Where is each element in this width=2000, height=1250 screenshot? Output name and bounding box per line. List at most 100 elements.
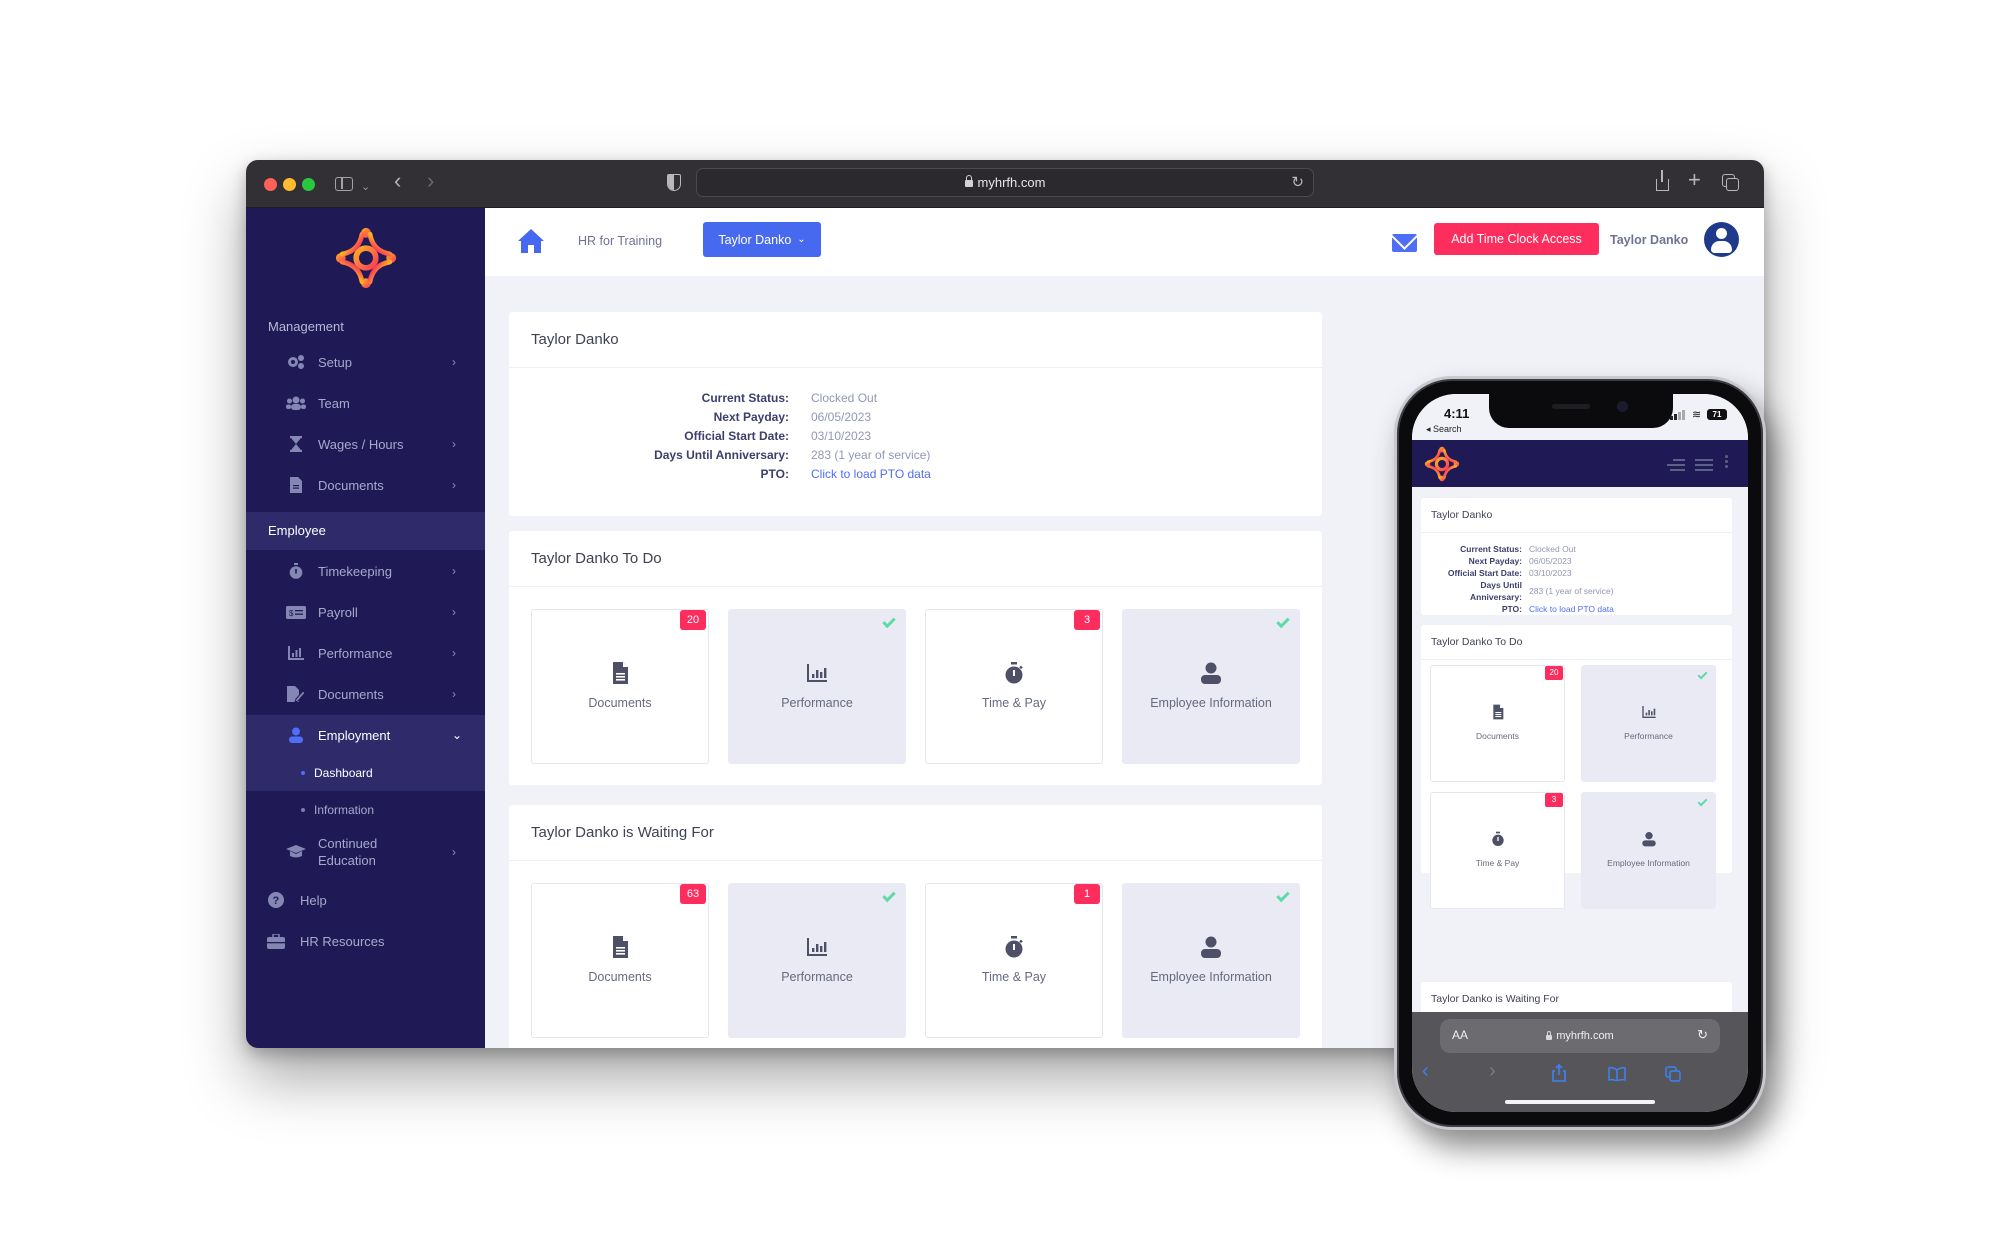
sidebar-toggle-icon[interactable] bbox=[335, 177, 353, 191]
forward-button[interactable]: › bbox=[427, 170, 434, 192]
privacy-shield-icon[interactable] bbox=[667, 174, 681, 191]
sidebar-item-payroll[interactable]: $ Payroll › bbox=[246, 592, 485, 632]
sidebar-item-documents-employee[interactable]: Documents › bbox=[246, 674, 485, 714]
tabs-icon[interactable] bbox=[1665, 1066, 1681, 1082]
mobile-screen: 4:11 ◂ Search ≋ 71 Taylor Danko Current … bbox=[1412, 394, 1748, 1112]
text-size-button[interactable]: AA bbox=[1452, 1028, 1468, 1042]
sidebar-item-hr-resources[interactable]: HR Resources bbox=[246, 921, 485, 961]
tile-label: Performance bbox=[781, 970, 853, 984]
avatar[interactable] bbox=[1704, 222, 1739, 257]
sidebar-subitem-dashboard[interactable]: Dashboard bbox=[246, 755, 485, 791]
waiting-tile-performance[interactable]: Performance bbox=[728, 883, 906, 1038]
sidebar-item-employment[interactable]: Employment ⌄ bbox=[246, 715, 485, 755]
file-signature-icon bbox=[286, 685, 306, 703]
speaker-grille bbox=[1552, 404, 1590, 409]
todo-tile-documents[interactable]: 20 Documents bbox=[531, 609, 709, 764]
employee-select-dropdown[interactable]: Taylor Danko ⌄ bbox=[703, 222, 821, 257]
minimize-window-button[interactable] bbox=[283, 178, 296, 191]
todo-tile-employee-information[interactable]: Employee Information bbox=[1122, 609, 1300, 764]
load-pto-link[interactable]: Click to load PTO data bbox=[811, 465, 931, 484]
tile-label: Employee Information bbox=[1150, 696, 1272, 710]
todo-tile-documents[interactable]: 20 Documents bbox=[1430, 665, 1565, 782]
back-button[interactable]: ‹ bbox=[394, 170, 401, 192]
bookmarks-icon[interactable] bbox=[1608, 1067, 1626, 1081]
label-line-2: Anniversary: bbox=[1470, 592, 1522, 602]
battery-icon: 71 bbox=[1707, 409, 1727, 420]
current-user-name[interactable]: Taylor Danko bbox=[1610, 233, 1688, 247]
check-icon bbox=[882, 614, 896, 629]
info-value: 03/10/2023 bbox=[811, 429, 872, 443]
money-check-icon: $ bbox=[286, 603, 306, 621]
waiting-tile-time-pay[interactable]: 1 Time & Pay bbox=[925, 883, 1103, 1038]
sidebar-item-documents-management[interactable]: Documents › bbox=[246, 465, 485, 505]
sidebar-item-team[interactable]: Team bbox=[246, 383, 485, 423]
profile-card: Taylor Danko Current Status: Clocked Out… bbox=[509, 312, 1322, 516]
chevron-down-icon[interactable]: ⌄ bbox=[361, 176, 370, 198]
info-value: 283 (1 year of service) bbox=[811, 448, 931, 462]
tab-overview-icon[interactable] bbox=[1722, 174, 1739, 191]
mobile-address-bar[interactable]: AA myhrfh.com ↻ bbox=[1440, 1019, 1720, 1053]
home-indicator[interactable] bbox=[1505, 1100, 1655, 1104]
chevron-right-icon: › bbox=[452, 646, 456, 660]
stopwatch-icon bbox=[286, 562, 306, 580]
bullet-icon bbox=[301, 771, 305, 775]
stopwatch-icon bbox=[1005, 936, 1023, 958]
forward-button[interactable]: › bbox=[1489, 1060, 1496, 1083]
sidebar-subitem-information[interactable]: Information bbox=[246, 792, 485, 828]
svg-text:$: $ bbox=[289, 609, 294, 618]
hamburger-menu-icon[interactable] bbox=[1695, 459, 1713, 471]
bar-chart-icon bbox=[807, 938, 827, 956]
avatar-head bbox=[1716, 228, 1727, 239]
home-icon[interactable] bbox=[517, 228, 545, 254]
todo-tile-employee-information[interactable]: Employee Information bbox=[1581, 792, 1716, 909]
graduation-cap-icon bbox=[286, 843, 306, 861]
more-options-icon[interactable] bbox=[1725, 455, 1728, 469]
sidebar-item-label: Help bbox=[300, 892, 327, 908]
back-to-search-link[interactable]: ◂ Search bbox=[1426, 424, 1462, 435]
breadcrumb-company[interactable]: HR for Training bbox=[578, 234, 662, 248]
todo-tile-performance[interactable]: Performance bbox=[728, 609, 906, 764]
share-icon[interactable] bbox=[1552, 1064, 1566, 1082]
url-text: myhrfh.com bbox=[1556, 1030, 1614, 1042]
tile-label: Employee Information bbox=[1150, 970, 1272, 984]
file-icon bbox=[613, 662, 628, 684]
mobile-profile-card: Taylor Danko Current Status: Clocked Out… bbox=[1421, 498, 1732, 615]
check-icon bbox=[1697, 669, 1708, 680]
employee-select-value: Taylor Danko bbox=[718, 232, 792, 247]
load-pto-link[interactable]: Click to load PTO data bbox=[1529, 603, 1614, 615]
sidebar-item-performance[interactable]: Performance › bbox=[246, 633, 485, 673]
back-button[interactable]: ‹ bbox=[1422, 1060, 1429, 1083]
brand-logo[interactable] bbox=[1422, 444, 1462, 484]
brand-logo[interactable] bbox=[331, 223, 401, 293]
sidebar-toggle-icon[interactable] bbox=[1667, 459, 1685, 471]
card-title: Taylor Danko bbox=[1421, 498, 1732, 533]
user-icon bbox=[1641, 832, 1656, 847]
sidebar-item-setup[interactable]: Setup › bbox=[246, 342, 485, 382]
share-icon[interactable] bbox=[1656, 170, 1669, 191]
card-title: Taylor Danko To Do bbox=[1421, 625, 1732, 660]
browser-toolbar: ⌄ ‹ › myhrfh.com ↻ + bbox=[246, 160, 1764, 208]
waiting-tile-documents[interactable]: 63 Documents bbox=[531, 883, 709, 1038]
todo-tile-performance[interactable]: Performance bbox=[1581, 665, 1716, 782]
waiting-tile-employee-information[interactable]: Employee Information bbox=[1122, 883, 1300, 1038]
reload-icon[interactable]: ↻ bbox=[1291, 173, 1304, 191]
reload-icon[interactable]: ↻ bbox=[1697, 1027, 1708, 1043]
todo-tile-time-pay[interactable]: 3 Time & Pay bbox=[1430, 792, 1565, 909]
sidebar-item-timekeeping[interactable]: Timekeeping › bbox=[246, 551, 485, 591]
new-tab-button[interactable]: + bbox=[1688, 169, 1701, 191]
chevron-right-icon: › bbox=[452, 845, 456, 859]
bar-chart-icon bbox=[286, 644, 306, 662]
check-icon bbox=[882, 888, 896, 903]
sidebar-item-wages-hours[interactable]: Wages / Hours › bbox=[246, 424, 485, 464]
address-bar[interactable]: myhrfh.com ↻ bbox=[696, 168, 1314, 197]
sidebar-item-continued-education[interactable]: Continued Education › bbox=[246, 828, 485, 876]
maximize-window-button[interactable] bbox=[302, 178, 315, 191]
close-window-button[interactable] bbox=[264, 178, 277, 191]
status-time: 4:11 bbox=[1444, 406, 1470, 421]
add-time-clock-access-button[interactable]: Add Time Clock Access bbox=[1434, 223, 1599, 255]
sidebar-item-help[interactable]: ? Help bbox=[246, 880, 485, 920]
sidebar-item-label: HR Resources bbox=[300, 933, 385, 949]
count-badge: 63 bbox=[680, 884, 706, 904]
mail-icon[interactable] bbox=[1392, 234, 1417, 252]
todo-tile-time-pay[interactable]: 3 Time & Pay bbox=[925, 609, 1103, 764]
